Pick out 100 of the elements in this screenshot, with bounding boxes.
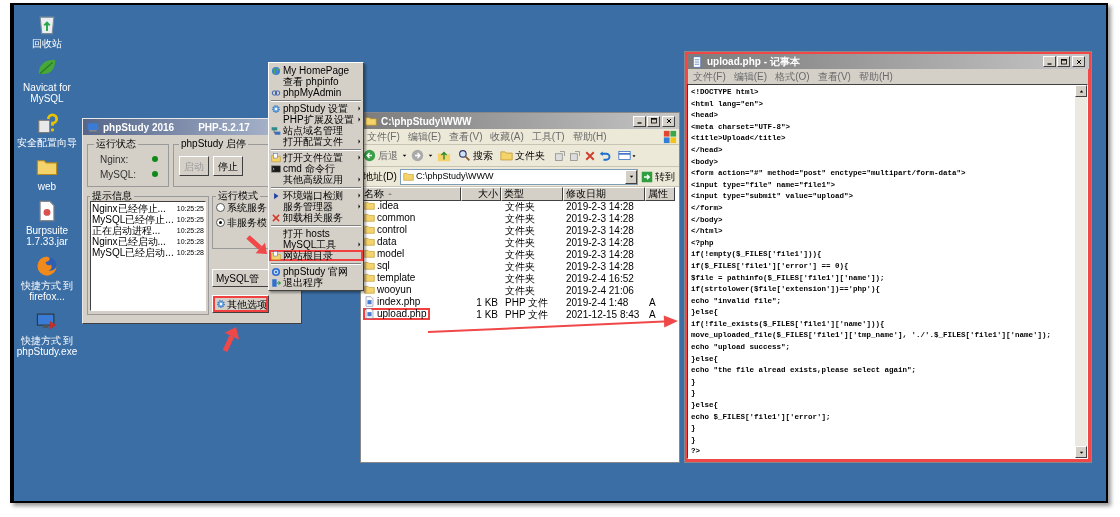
push-button[interactable]: 停止 (213, 156, 243, 176)
dropdown-button[interactable] (625, 169, 637, 184)
folder-icon (364, 284, 375, 296)
file-name-cell[interactable]: control (363, 223, 410, 236)
maximize-button[interactable] (1057, 56, 1070, 67)
menu-item[interactable]: 工具(T) (527, 129, 569, 144)
menu-item[interactable]: 服务管理器 (269, 201, 363, 212)
close-button[interactable] (662, 115, 675, 127)
desktop-shortcut[interactable]: 回收站 (14, 13, 80, 49)
menu-item[interactable]: 打开文件位置 (269, 152, 363, 163)
menu-item[interactable]: 文件(F) (689, 69, 730, 84)
forward-arrow-icon (411, 149, 424, 162)
menu-item[interactable]: PHP扩展及设置 (269, 114, 363, 125)
service-label: Nginx: (100, 152, 129, 166)
log-message: MySQL已经启动... (92, 247, 174, 258)
desktop-shortcut[interactable]: 安全配置向导 (14, 112, 80, 148)
column-header[interactable]: 名称 (361, 187, 461, 201)
desktop-shortcut[interactable]: web (14, 156, 80, 192)
file-name-cell[interactable]: sql (363, 259, 393, 272)
search-button[interactable]: 搜索 (458, 148, 493, 163)
menu-item[interactable]: 帮助(H) (854, 69, 897, 84)
menu-item[interactable]: 站点域名管理 (269, 125, 363, 136)
table-cell: PHP 文件 (505, 297, 549, 308)
close-icon (664, 117, 673, 125)
column-header[interactable]: 修改日期 (563, 187, 645, 201)
file-name-cell[interactable]: wooyun (363, 283, 415, 296)
search-icon (458, 149, 471, 162)
desktop-shortcut[interactable]: Navicat for MySQL (14, 57, 80, 104)
table-cell: 2019-2-3 14:28 (566, 213, 634, 224)
file-icon (364, 308, 375, 320)
menu-item[interactable]: 其他高级应用 (269, 174, 363, 185)
file-name-cell[interactable]: common (363, 211, 419, 224)
desktop-shortcut[interactable]: 快捷方式 到 firefox... (14, 255, 80, 302)
table-cell: 文件夹 (505, 213, 535, 224)
go-button[interactable]: 转到 (641, 169, 677, 184)
maximize-button[interactable] (647, 115, 660, 127)
folder-icon (402, 171, 414, 182)
question-mark-icon (36, 112, 58, 134)
minimize-button[interactable] (1043, 56, 1056, 67)
file-name-cell[interactable]: template (363, 271, 419, 284)
file-name-cell[interactable]: .idea (363, 199, 402, 212)
group-title: 运行状态 (95, 139, 137, 149)
undo-button[interactable] (599, 149, 611, 162)
menu-item[interactable]: 打开 hosts (269, 228, 363, 239)
caret-icon (427, 152, 434, 159)
menu-item[interactable]: cmd 命令行 (269, 163, 363, 174)
file-name-cell[interactable]: index.php (363, 295, 424, 308)
menu-item[interactable]: 环境端口检测 (269, 190, 363, 201)
column-header[interactable]: 属性 (645, 187, 675, 201)
menu-item[interactable]: 查看 phpinfo (269, 76, 363, 87)
notepad-icon (691, 55, 703, 68)
scroll-up-button[interactable] (1075, 85, 1087, 97)
menu-item[interactable]: 退出程序 (269, 277, 363, 288)
desktop-shortcut[interactable]: 快捷方式 到 phpStudy.exe (14, 310, 80, 357)
minimize-button[interactable] (633, 115, 646, 127)
triangle-icon (271, 190, 281, 201)
menu-item[interactable]: 网站根目录 (269, 250, 363, 261)
scroll-down-button[interactable] (1075, 446, 1087, 458)
caret-icon (401, 152, 408, 159)
disc-icon (271, 266, 281, 277)
address-field[interactable]: C:\phpStudy\WWW (399, 168, 638, 185)
folders-button[interactable]: 文件夹 (500, 148, 545, 163)
menu-item[interactable]: 卸载相关服务 (269, 212, 363, 223)
log-message: Nginx已经启动... (92, 236, 166, 247)
menu-item[interactable]: 收藏(A) (486, 129, 528, 144)
table-cell: 文件夹 (505, 273, 535, 284)
file-name-cell[interactable]: data (363, 235, 400, 248)
table-cell: A (649, 309, 656, 320)
file-name-cell[interactable]: upload.php (363, 307, 430, 320)
menu-item[interactable]: 格式(O) (771, 69, 814, 84)
menu-item[interactable]: phpMyAdmin (269, 87, 363, 98)
table-cell: A (649, 297, 656, 308)
scrollbar[interactable] (1075, 85, 1087, 458)
menu-item[interactable]: 帮助(H) (568, 129, 611, 144)
submenu-arrow-icon (356, 138, 362, 145)
menu-item[interactable]: phpStudy 官网 (269, 266, 363, 277)
menu-item[interactable]: 查看(V) (445, 129, 487, 144)
menu-item[interactable]: 打开配置文件 (269, 136, 363, 147)
push-button[interactable]: MySQL管 (212, 269, 269, 287)
radio-button[interactable] (216, 218, 225, 227)
table-cell: 文件夹 (505, 225, 535, 236)
menu-item[interactable]: My HomePage (269, 65, 363, 76)
log-message: MySQL已经停止... (92, 214, 174, 225)
table-cell: 2019-2-4 21:06 (566, 285, 634, 296)
menu-item[interactable]: MySQL工具 (269, 239, 363, 250)
menu-item[interactable]: phpStudy 设置 (269, 103, 363, 114)
delete-button[interactable] (584, 149, 596, 162)
radio-button[interactable] (216, 203, 225, 212)
menu-item[interactable]: 文件(F) (363, 129, 404, 144)
column-header[interactable]: 类型 (501, 187, 563, 201)
menu-item[interactable]: 编辑(E) (729, 69, 772, 84)
column-header[interactable]: 大小 (461, 187, 501, 201)
file-name-cell[interactable]: model (363, 247, 408, 260)
menu-item[interactable]: 查看(V) (813, 69, 855, 84)
menu-item[interactable]: 编辑(E) (403, 129, 446, 144)
table-cell: 文件夹 (505, 249, 535, 260)
desktop-shortcut[interactable]: Burpsuite 1.7.33.jar (14, 200, 80, 247)
close-button[interactable] (1072, 56, 1085, 67)
views-button[interactable] (618, 149, 637, 162)
gear-icon (216, 299, 226, 309)
